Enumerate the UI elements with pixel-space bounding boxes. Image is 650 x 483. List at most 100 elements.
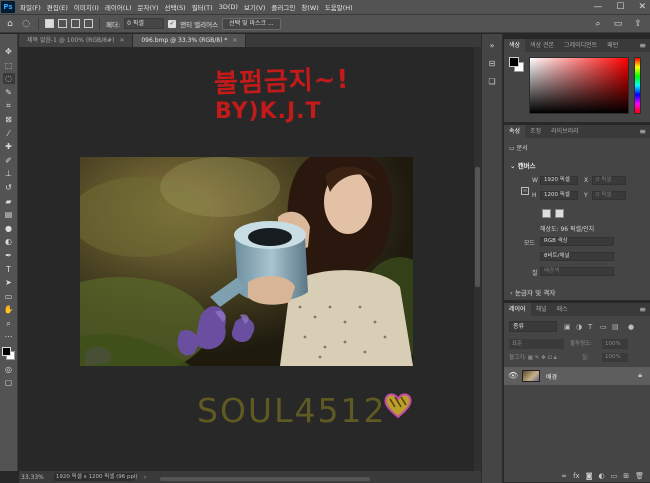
lasso-preset-icon[interactable]: ◌ — [20, 18, 32, 30]
zoom-level[interactable]: 33.33% — [21, 474, 44, 481]
menu-image[interactable]: 이미지(I) — [71, 2, 102, 12]
healing-tool-icon[interactable]: ✚ — [3, 141, 15, 152]
portrait-icon[interactable] — [542, 209, 551, 218]
blend-mode-select[interactable]: 표준 — [509, 339, 564, 349]
scroll-thumb[interactable] — [475, 167, 480, 287]
link-layers-icon[interactable]: ∞ — [561, 472, 567, 480]
feather-input[interactable]: 0 픽셀 — [124, 18, 165, 29]
layer-row-background[interactable]: 👁︎ 배경 🔒︎ — [504, 367, 650, 385]
menu-window[interactable]: 창(W) — [298, 2, 321, 12]
antialias-checkbox[interactable]: ✓ — [168, 19, 177, 28]
menu-type[interactable]: 문자(Y) — [135, 2, 162, 12]
eraser-tool-icon[interactable]: ▰ — [3, 196, 15, 207]
marquee-tool-icon[interactable]: ⬚ — [3, 60, 15, 71]
new-group-icon[interactable]: ▭ — [611, 472, 618, 480]
stamp-tool-icon[interactable]: ⊥ — [3, 168, 15, 179]
select-mask-button[interactable]: 선택 및 마스크 ... — [222, 17, 281, 30]
fill-input[interactable]: 100% — [602, 353, 628, 362]
brush-tool-icon[interactable]: ✐ — [3, 155, 15, 166]
blur-tool-icon[interactable]: ● — [3, 223, 15, 234]
add-mask-icon[interactable]: ◙ — [586, 472, 593, 480]
panel-menu-icon[interactable]: ≡ — [639, 303, 646, 316]
mode-select[interactable]: RGB 색상 — [540, 237, 614, 246]
hand-tool-icon[interactable]: ✋ — [3, 304, 15, 315]
lock-icons[interactable]: ▦ ✎ ✥ ⊡ 🔒︎ — [528, 355, 557, 361]
subtract-selection-icon[interactable] — [71, 19, 80, 28]
comment-panel-icon[interactable]: ❏ — [486, 76, 498, 88]
tab-patterns[interactable]: 패턴 — [602, 39, 623, 52]
tab-096-bmp[interactable]: 096.bmp @ 33.3% (RGB/8) * ✕ — [133, 34, 247, 47]
canvas-area[interactable]: 불펌금지~! BY)K.J.T SOUL4512 — [19, 47, 474, 471]
home-icon[interactable]: ⌂ — [4, 18, 16, 30]
more-tools-icon[interactable]: ⋯ — [3, 331, 15, 342]
filter-type-icon[interactable]: T — [588, 323, 592, 331]
tab-gradients[interactable]: 그레이디언트 — [559, 39, 602, 52]
width-input[interactable]: 1920 픽셀 — [540, 176, 578, 185]
tab-swatches[interactable]: 색상 견본 — [525, 39, 559, 52]
dodge-tool-icon[interactable]: ◐ — [3, 236, 15, 247]
tab-adjustments[interactable]: 조정 — [525, 125, 546, 138]
color-swatches[interactable] — [509, 57, 525, 73]
filter-shape-icon[interactable]: ▭ — [600, 323, 607, 331]
tab-libraries[interactable]: 라이브러리 — [546, 125, 584, 138]
foreground-color-swatch[interactable] — [509, 57, 519, 67]
rulers-section-header[interactable]: › 눈금자 및 격자 — [510, 287, 555, 297]
history-brush-tool-icon[interactable]: ↺ — [3, 182, 15, 193]
expand-panels-icon[interactable]: » — [486, 40, 498, 52]
status-arrow-icon[interactable]: › — [144, 474, 146, 481]
foreground-color-swatch[interactable] — [1, 347, 11, 357]
color-swatches[interactable] — [1, 347, 16, 361]
menu-select[interactable]: 선택(S) — [162, 2, 189, 12]
frame-tool-icon[interactable]: ⊠ — [3, 114, 15, 125]
filter-pixel-icon[interactable]: ▣ — [564, 323, 571, 331]
tab-properties[interactable]: 속성 — [504, 125, 526, 138]
pen-tool-icon[interactable]: ✒ — [3, 250, 15, 261]
filter-adjust-icon[interactable]: ◑ — [576, 323, 582, 331]
shape-tool-icon[interactable]: ▭ — [3, 291, 15, 302]
tab-paths[interactable]: 패스 — [552, 303, 573, 316]
filter-smart-icon[interactable]: ▤ — [612, 323, 619, 331]
layer-kind-filter[interactable]: 종류 — [509, 321, 557, 332]
color-picker-field[interactable] — [529, 57, 629, 114]
canvas-section-header[interactable]: ⌄ 캔버스 — [510, 160, 536, 170]
y-input[interactable]: 0 픽셀 — [592, 191, 626, 200]
close-icon[interactable]: ✕ — [119, 37, 124, 44]
horizontal-scrollbar[interactable] — [160, 477, 370, 481]
share-icon[interactable]: ⇪ — [632, 18, 644, 30]
menu-edit[interactable]: 편집(E) — [44, 2, 71, 12]
zoom-tool-icon[interactable]: ⌕ — [3, 318, 15, 329]
tab-color[interactable]: 색상 — [504, 39, 526, 52]
panel-menu-icon[interactable]: ≡ — [639, 125, 646, 138]
height-input[interactable]: 1200 픽셀 — [540, 191, 578, 200]
close-icon[interactable]: ✕ — [232, 37, 237, 44]
path-select-tool-icon[interactable]: ➤ — [3, 277, 15, 288]
menu-layer[interactable]: 레이어(L) — [102, 2, 135, 12]
type-tool-icon[interactable]: T — [3, 264, 15, 275]
adjustment-layer-icon[interactable]: ◐ — [599, 472, 605, 480]
visibility-eye-icon[interactable]: 👁︎ — [508, 371, 518, 381]
x-input[interactable]: 0 픽셀 — [592, 176, 626, 185]
new-selection-icon[interactable] — [45, 19, 54, 28]
filter-toggle-icon[interactable]: ● — [628, 323, 634, 331]
opacity-input[interactable]: 100% — [602, 339, 628, 349]
new-layer-icon[interactable]: ⊞ — [623, 472, 629, 480]
trash-icon[interactable]: 🗑︎ — [635, 472, 644, 480]
history-panel-icon[interactable]: ⊟ — [486, 58, 498, 70]
panel-menu-icon[interactable]: ≡ — [639, 39, 646, 52]
menu-view[interactable]: 보기(V) — [241, 2, 268, 12]
fx-icon[interactable]: fx — [573, 472, 580, 480]
minimize-button[interactable]: — — [593, 1, 602, 13]
landscape-icon[interactable] — [555, 209, 564, 218]
gradient-tool-icon[interactable]: ▤ — [3, 209, 15, 220]
lasso-tool-icon[interactable]: ◌ — [2, 73, 15, 85]
vertical-scrollbar[interactable] — [474, 47, 481, 471]
screen-mode-icon[interactable]: ▢ — [3, 377, 15, 388]
hue-slider[interactable] — [634, 57, 641, 114]
search-icon[interactable]: ⌕ — [592, 18, 604, 30]
menu-file[interactable]: 파일(F) — [17, 2, 44, 12]
quick-mask-icon[interactable]: ◎ — [3, 364, 15, 375]
quick-select-tool-icon[interactable]: ✎ — [3, 87, 15, 98]
bit-depth-select[interactable]: 8비트/채널 — [540, 252, 614, 261]
menu-plugins[interactable]: 플러그인 — [268, 2, 298, 12]
menu-3d[interactable]: 3D(D) — [216, 3, 241, 11]
